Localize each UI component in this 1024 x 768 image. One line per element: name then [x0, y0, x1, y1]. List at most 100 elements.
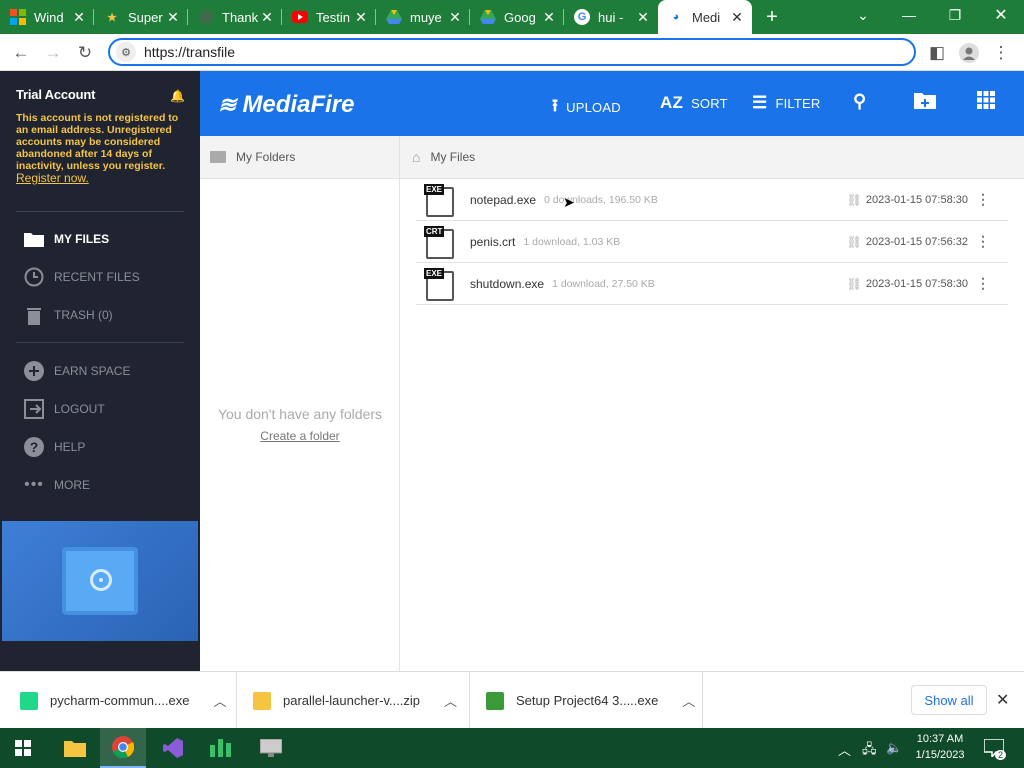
file-menu-icon[interactable]: ⋮ [976, 191, 990, 208]
nav-my-files[interactable]: MY FILES [22, 226, 109, 252]
filter-label: FILTER [775, 95, 821, 111]
address-bar[interactable]: ⚙ https://transfile [108, 38, 916, 66]
file-menu-icon[interactable]: ⋮ [976, 275, 990, 292]
volume-icon[interactable]: 🔈 [886, 740, 902, 756]
tab-search-icon[interactable]: ⌄ [840, 0, 886, 30]
link-icon[interactable]: ⛓ [847, 193, 862, 207]
chevron-up-icon[interactable]: ︿ [838, 740, 851, 759]
file-name[interactable]: shutdown.exe [470, 277, 544, 291]
chevron-up-icon[interactable]: ︿ [682, 691, 695, 710]
browser-tab[interactable]: Testin ✕ [282, 0, 376, 34]
sort-az-icon: AZ [660, 93, 684, 112]
file-explorer-icon[interactable] [52, 728, 98, 768]
menu-kebab-icon[interactable]: ⋮ [988, 40, 1014, 66]
chevron-up-icon[interactable]: ︿ [444, 691, 457, 710]
remote-desktop-icon[interactable] [248, 728, 294, 768]
file-row[interactable]: EXE shutdown.exe 1 download, 27.50 KB ⛓ … [416, 263, 1008, 305]
tab-title: Thank [222, 9, 259, 25]
site-info-icon[interactable]: ⚙ [116, 42, 136, 62]
chevron-up-icon[interactable]: ︿ [213, 691, 226, 710]
browser-tab-active[interactable]: ◕ Medi ✕ [658, 0, 752, 34]
folders-header: My Folders [200, 136, 399, 179]
nav-recent-files[interactable]: RECENT FILES [22, 264, 140, 290]
download-item[interactable]: Setup Project64 3.....exe ︿ [470, 672, 703, 729]
bell-icon[interactable]: 🔔 [170, 89, 185, 103]
close-tab-icon[interactable]: ✕ [636, 9, 650, 26]
home-icon[interactable]: ⌂ [412, 149, 420, 165]
chrome-icon[interactable] [100, 728, 146, 768]
close-tab-icon[interactable]: ✕ [448, 9, 462, 26]
file-name[interactable]: penis.crt [470, 235, 515, 249]
account-warning: This account is not registered to an ema… [16, 112, 186, 185]
minimize-icon[interactable]: — [886, 0, 932, 30]
link-icon[interactable]: ⛓ [847, 235, 862, 249]
nav-more[interactable]: ••• MORE [22, 472, 90, 498]
search-icon[interactable]: ⚲ [853, 91, 866, 112]
close-download-bar-icon[interactable]: ✕ [996, 690, 1009, 710]
nav-label: EARN SPACE [54, 364, 131, 378]
file-date: 2023-01-15 07:56:32 [865, 235, 968, 248]
reload-icon[interactable]: ↻ [72, 40, 98, 66]
plus-circle-icon [22, 360, 46, 382]
forward-icon[interactable]: → [40, 40, 66, 66]
new-tab-button[interactable]: + [758, 0, 786, 34]
visual-studio-icon[interactable] [150, 728, 196, 768]
filter-button[interactable]: ☰ FILTER [752, 93, 820, 113]
browser-tab[interactable]: Goog ✕ [470, 0, 564, 34]
register-link[interactable]: Register now. [16, 171, 89, 185]
browser-tab[interactable]: Wind ✕ [0, 0, 94, 34]
restore-icon[interactable]: ❐ [932, 0, 978, 30]
nav-help[interactable]: ? HELP [22, 434, 85, 460]
start-icon[interactable] [0, 728, 46, 768]
side-panel-icon[interactable]: ◧ [924, 40, 950, 66]
close-tab-icon[interactable]: ✕ [542, 9, 556, 26]
nav-earn-space[interactable]: EARN SPACE [22, 358, 130, 384]
create-folder-link[interactable]: Create a folder [200, 429, 400, 443]
nav-trash[interactable]: TRASH (0) [22, 302, 113, 328]
sort-button[interactable]: AZ SORT [660, 93, 728, 113]
tab-title: Medi [692, 9, 721, 25]
browser-tab[interactable]: G hui - ✕ [564, 0, 658, 34]
back-icon[interactable]: ← [8, 40, 34, 66]
svg-text:?: ? [30, 439, 39, 455]
network-icon[interactable]: 🖧 [862, 740, 877, 762]
url-text[interactable]: https://transfile [144, 44, 235, 60]
mouse-cursor-icon: ➤ [563, 194, 575, 210]
nav-label: TRASH (0) [54, 308, 113, 322]
link-icon[interactable]: ⛓ [847, 277, 862, 291]
profile-icon[interactable] [956, 40, 982, 66]
close-window-icon[interactable]: ✕ [978, 0, 1024, 30]
chart-app-icon[interactable] [198, 728, 244, 768]
file-row[interactable]: CRT penis.crt 1 download, 1.03 KB ⛓ 2023… [416, 221, 1008, 263]
grid-view-icon[interactable] [977, 91, 995, 114]
upload-button[interactable]: ⭱ UPLOAD [552, 93, 621, 122]
drive-icon [386, 9, 402, 25]
trash-icon [22, 304, 46, 326]
mediafire-logo[interactable]: ≋ MediaFire [218, 91, 354, 119]
close-tab-icon[interactable]: ✕ [730, 9, 744, 26]
file-row[interactable]: EXE notepad.exe 0 downloads, 196.50 KB ⛓… [416, 179, 1008, 221]
close-tab-icon[interactable]: ✕ [260, 9, 274, 26]
download-item[interactable]: parallel-launcher-v....zip ︿ [237, 672, 470, 729]
system-clock[interactable]: 10:37 AM 1/15/2023 [912, 731, 968, 763]
upload-icon: ⭱ [552, 96, 559, 115]
download-item[interactable]: pycharm-commun....exe ︿ [0, 672, 237, 729]
new-folder-icon[interactable] [914, 91, 936, 114]
close-tab-icon[interactable]: ✕ [354, 9, 368, 26]
browser-tab[interactable]: Thank ✕ [188, 0, 282, 34]
nav-logout[interactable]: LOGOUT [22, 396, 105, 422]
show-all-button[interactable]: Show all [911, 685, 987, 715]
browser-tab[interactable]: muye ✕ [376, 0, 470, 34]
notification-icon[interactable]: 2 [974, 728, 1014, 768]
close-tab-icon[interactable]: ✕ [72, 9, 86, 26]
upgrade-banner-image[interactable] [2, 521, 198, 641]
browser-tab[interactable]: ★ Super ✕ [94, 0, 188, 34]
file-menu-icon[interactable]: ⋮ [976, 233, 990, 250]
empty-folders-message: You don't have any folders [217, 406, 383, 422]
star-icon: ★ [107, 11, 117, 24]
close-tab-icon[interactable]: ✕ [166, 9, 180, 26]
file-name[interactable]: notepad.exe [470, 193, 536, 207]
tab-title: Goog [504, 9, 536, 25]
browser-toolbar: ← → ↻ ⚙ https://transfile ◧ ⋮ [0, 34, 1024, 71]
files-title[interactable]: My Files [430, 150, 475, 164]
